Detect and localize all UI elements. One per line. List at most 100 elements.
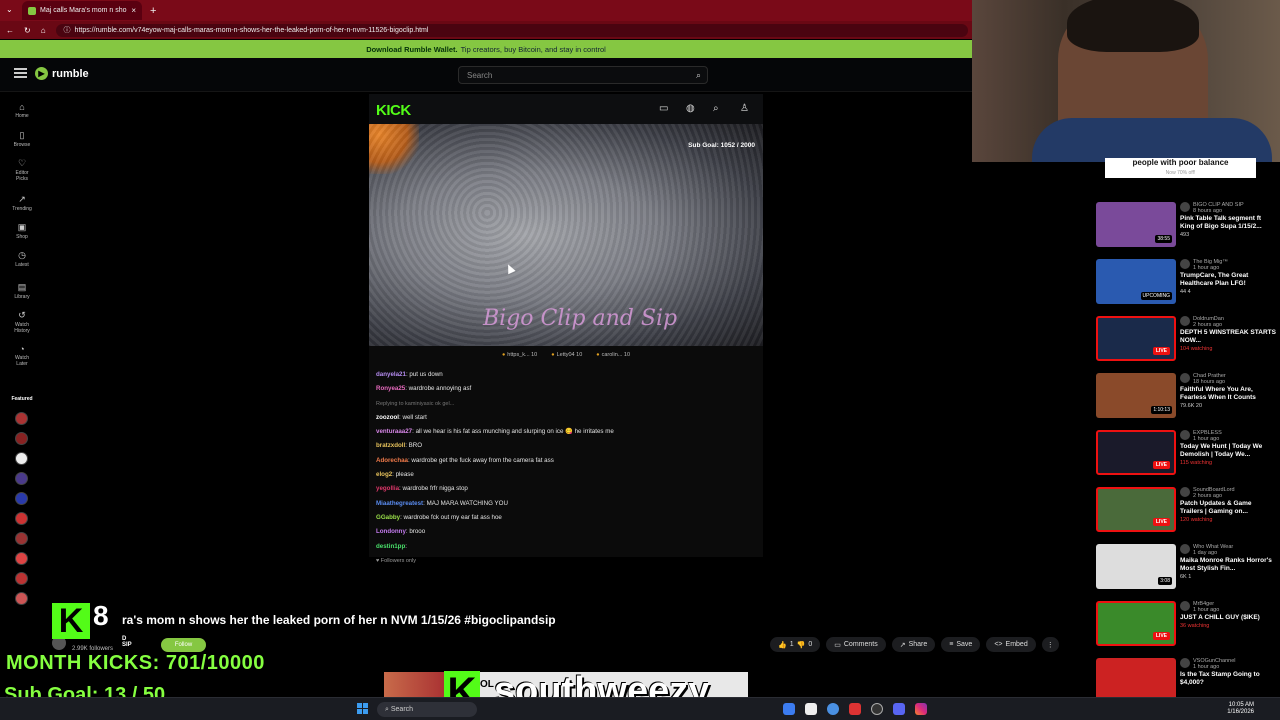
system-clock[interactable]: 10:05 AM 1/16/2026 <box>1227 702 1254 716</box>
recommended-video[interactable]: 3:08 Who What Wear 1 day ago Maika Monroe R… <box>1096 537 1276 589</box>
chat-message: elog2: please <box>376 471 414 479</box>
browser-tab[interactable]: Maj calls Mara's mom n sho × <box>22 1 142 20</box>
video-thumbnail[interactable]: 1:10:13 <box>1096 373 1176 418</box>
featured-channel-avatar[interactable] <box>15 412 28 425</box>
comments-button[interactable]: ▭ Comments <box>826 637 886 652</box>
coin-icon: ● <box>551 352 555 358</box>
new-tab-icon[interactable]: + <box>150 5 156 17</box>
vote-button[interactable]: 👍 1 👎 0 <box>770 637 821 652</box>
thumbs-down-icon: 👎 <box>796 641 806 649</box>
recommended-video[interactable]: LIVE MrB4ger 1 hour ago JUST A CHILL GUY ($… <box>1096 594 1276 646</box>
stream-frame: Sub Goal: 1052 / 2000 Bigo Clip and Sip <box>369 124 763 346</box>
video-thumbnail[interactable]: LIVE <box>1096 601 1176 646</box>
site-info-icon[interactable]: ⓘ <box>64 25 71 35</box>
taskbar-search[interactable]: ⌕ Search <box>377 702 477 717</box>
sidebar-item-trending[interactable]: ↗ Trending <box>0 194 44 212</box>
featured-channel-avatar[interactable] <box>15 452 28 465</box>
duration-badge: 1:10:13 <box>1151 406 1172 414</box>
recommended-video[interactable]: UPCOMING The Big Mig™ 1 hour ago TrumpCare,… <box>1096 252 1276 304</box>
taskbar-app-icon[interactable] <box>871 703 883 715</box>
sidebar-item-label: Editor Picks <box>15 170 29 182</box>
video-thumbnail[interactable]: LIVE <box>1096 430 1176 475</box>
video-title[interactable]: Pink Table Talk segment ft King of Bigo … <box>1180 215 1276 231</box>
upload-time: 1 hour ago <box>1193 607 1220 613</box>
sidebar-item-watch-later[interactable]: ◔ Watch Later <box>0 344 44 367</box>
follow-button[interactable]: Follow <box>161 638 206 652</box>
url-field[interactable]: ⓘ https://rumble.com/v74eyow-maj-calls-m… <box>55 23 968 37</box>
tab-list-chevron-icon[interactable]: ⌄ <box>6 5 13 14</box>
recommended-video[interactable]: VSOGunChannel 1 hour ago Is the Tax Stamp … <box>1096 651 1276 703</box>
video-thumbnail[interactable]: LIVE <box>1096 487 1176 532</box>
upload-time: 2 hours ago <box>1193 493 1223 499</box>
channel-row: Chad Prather 18 hours ago <box>1180 373 1276 385</box>
sidebar-item-label: Watch History <box>14 322 30 334</box>
channel-avatar <box>1180 601 1190 611</box>
featured-channel-avatar[interactable] <box>15 572 28 585</box>
overlay-kick-count: 8 <box>93 600 109 631</box>
search-icon[interactable]: ⌕ <box>696 70 701 81</box>
sidebar-item-latest[interactable]: ◷ Latest <box>0 250 44 268</box>
home-icon[interactable]: ⌂ <box>41 26 46 35</box>
globe-icon: ◍ <box>686 103 695 114</box>
ad-banner[interactable]: people with poor balance Now 70% off! <box>1105 158 1256 178</box>
taskbar-app-icon[interactable] <box>827 703 839 715</box>
recommended-video[interactable]: LIVE EXPBLESS 1 hour ago Today We Hunt | To… <box>1096 423 1276 475</box>
notification-image <box>384 672 444 698</box>
wallet-banner[interactable]: Download Rumble Wallet. Tip creators, bu… <box>0 40 972 58</box>
video-title[interactable]: Maika Monroe Ranks Horror's Most Stylish… <box>1180 557 1276 573</box>
back-icon[interactable]: ← <box>6 26 14 35</box>
taskbar-app-icon[interactable] <box>783 703 795 715</box>
taskbar-app-icon[interactable] <box>805 703 817 715</box>
featured-channel-avatar[interactable] <box>15 512 28 525</box>
featured-heading: Featured <box>11 396 33 402</box>
chat-message: zoozool: well start <box>376 413 427 421</box>
featured-channel-avatar[interactable] <box>15 432 28 445</box>
rumble-logo[interactable]: ▶ rumble <box>35 67 89 80</box>
featured-channel-avatar[interactable] <box>15 532 28 545</box>
more-options-icon[interactable]: ⋮ <box>1041 637 1059 652</box>
featured-channel-avatar[interactable] <box>15 552 28 565</box>
video-title[interactable]: Patch Updates & Game Trailers | Gaming o… <box>1180 500 1276 516</box>
video-thumbnail[interactable]: 38:55 <box>1096 202 1176 247</box>
save-button[interactable]: ≡ Save <box>941 637 981 652</box>
video-player[interactable]: KICK ▭ ◍ ⌕ ♙ Sub Goal: 1052 / 2000 Bigo … <box>369 94 763 564</box>
share-button[interactable]: ↗ Share <box>891 637 936 652</box>
coin-icon: ● <box>596 352 600 358</box>
sidebar-item-shop[interactable]: ▣ Shop <box>0 222 44 240</box>
video-thumbnail[interactable]: 3:08 <box>1096 544 1176 589</box>
video-title[interactable]: Is the Tax Stamp Going to $4,000? <box>1180 671 1276 687</box>
start-icon[interactable] <box>357 703 368 714</box>
video-title[interactable]: Faithful Where You Are, Fearless When It… <box>1180 386 1276 402</box>
menu-icon[interactable] <box>14 68 27 78</box>
video-thumbnail[interactable]: UPCOMING <box>1096 259 1176 304</box>
recommended-video[interactable]: LIVE DoldrumDan 2 hours ago DEPTH 5 WINSTRE… <box>1096 309 1276 361</box>
embed-button[interactable]: <> Embed <box>986 637 1036 652</box>
sidebar-item-browse[interactable]: ▯ Browse <box>0 130 44 148</box>
reload-icon[interactable]: ↻ <box>24 26 31 35</box>
instagram-icon[interactable] <box>915 703 927 715</box>
recommended-video[interactable]: LIVE SoundBoardLord 2 hours ago Patch Updat… <box>1096 480 1276 532</box>
video-title[interactable]: TrumpCare, The Great Healthcare Plan LFG… <box>1180 272 1276 288</box>
gift-icon: ▭ <box>659 103 669 114</box>
recommended-video[interactable]: 38:55 BIGO CLIP AND SIP 8 hours ago Pink Ta… <box>1096 195 1276 247</box>
close-tab-icon[interactable]: × <box>131 6 136 15</box>
featured-channel-avatar[interactable] <box>15 492 28 505</box>
featured-channel-avatar[interactable] <box>15 472 28 485</box>
video-title[interactable]: DEPTH 5 WINSTREAK STARTS NOW... <box>1180 329 1276 345</box>
sidebar-item-label: Shop <box>16 234 28 240</box>
recommended-video[interactable]: 1:10:13 Chad Prather 18 hours ago Faithful … <box>1096 366 1276 418</box>
sidebar-item-home[interactable]: ⌂ Home <box>0 102 44 119</box>
video-title[interactable]: JUST A CHILL GUY ($IKE) <box>1180 614 1276 622</box>
sidebar-item-watch-history[interactable]: ↺ Watch History <box>0 310 44 334</box>
video-thumbnail[interactable]: LIVE <box>1096 316 1176 361</box>
video-title[interactable]: Today We Hunt | Today We Demolish | Toda… <box>1180 443 1276 459</box>
browser-tab-bar: ⌄ Maj calls Mara's mom n sho × + <box>0 0 972 21</box>
address-bar: ← ↻ ⌂ ⓘ https://rumble.com/v74eyow-maj-c… <box>0 21 972 39</box>
search-input[interactable]: Search ⌕ <box>458 66 708 84</box>
sidebar-item-library[interactable]: ▤ Library <box>0 282 44 300</box>
sidebar-item-editor-picks[interactable]: ♡ Editor Picks <box>0 158 44 182</box>
windows-taskbar: ⌕ Search 10:05 AM 1/16/2026 <box>0 697 1280 720</box>
featured-channel-avatar[interactable] <box>15 592 28 605</box>
taskbar-app-icon[interactable] <box>849 703 861 715</box>
discord-icon[interactable] <box>893 703 905 715</box>
